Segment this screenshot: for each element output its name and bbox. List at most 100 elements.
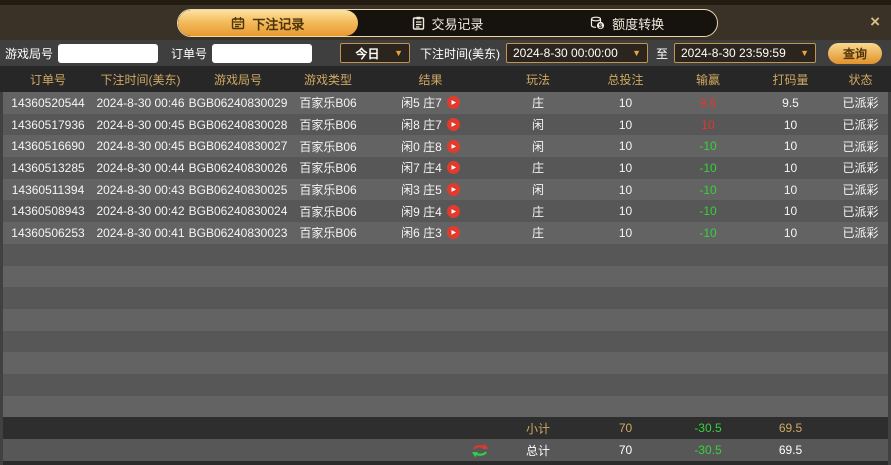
col-header-bet-time: 下注时间(美东): [93, 71, 188, 88]
result-text: 闲6 庄3: [401, 224, 442, 241]
cell-status: 已派彩: [833, 116, 888, 133]
cell-play: 庄: [493, 94, 583, 111]
cell-result: 闲7 庄4 ▶: [368, 159, 493, 176]
col-header-turnover: 打码量: [748, 71, 833, 88]
cell-bet-time: 2024-8-30 00:43: [93, 183, 188, 197]
empty-table-row: [3, 266, 888, 288]
table-row: 14360513285 2024-8-30 00:44 BGB062408300…: [3, 157, 888, 179]
order-no-input[interactable]: [212, 44, 312, 63]
total-label: 总计: [493, 442, 583, 459]
result-text: 闲0 庄8: [401, 138, 442, 155]
cell-total-bet: 10: [583, 139, 668, 153]
tab-transaction-records[interactable]: 交易记录: [358, 10, 538, 36]
date-preset-value: 今日: [347, 45, 388, 62]
refresh-icon[interactable]: [471, 443, 489, 458]
cell-round: BGB06240830029: [188, 96, 288, 110]
filter-bar: 游戏局号 订单号 今日 ▼ 下注时间(美东) 2024-8-30 00:00:0…: [0, 40, 891, 66]
cell-win: -10: [668, 161, 748, 175]
query-button[interactable]: 查询: [828, 43, 882, 64]
game-round-input[interactable]: [58, 44, 158, 63]
date-preset-select[interactable]: 今日 ▼: [340, 43, 410, 63]
cell-total-bet: 10: [583, 204, 668, 218]
transaction-records-icon: [412, 16, 425, 30]
date-from-select[interactable]: 2024-8-30 00:00:00 ▼: [506, 43, 648, 63]
col-header-game-type: 游戏类型: [288, 71, 368, 88]
tab-bet-records[interactable]: 下注记录: [178, 10, 358, 36]
cell-bet-time: 2024-8-30 00:45: [93, 118, 188, 132]
table-body: 14360520544 2024-8-30 00:46 BGB062408300…: [0, 92, 891, 465]
close-icon[interactable]: ×: [870, 13, 880, 30]
chevron-down-icon: ▼: [394, 48, 403, 58]
total-win: -30.5: [668, 443, 748, 457]
result-text: 闲8 庄7: [401, 116, 442, 133]
cell-play: 庄: [493, 203, 583, 220]
cell-order-no: 14360511394: [3, 183, 93, 197]
empty-table-row: [3, 309, 888, 331]
total-turnover: 69.5: [748, 443, 833, 457]
cell-round: BGB06240830026: [188, 161, 288, 175]
cell-status: 已派彩: [833, 138, 888, 155]
cell-game-type: 百家乐B06: [288, 181, 368, 198]
cell-turnover: 10: [748, 183, 833, 197]
chevron-down-icon: ▼: [632, 48, 641, 58]
cell-total-bet: 10: [583, 118, 668, 132]
cell-round: BGB06240830024: [188, 204, 288, 218]
cell-order-no: 14360506253: [3, 226, 93, 240]
tab-quota-transfer[interactable]: $ 额度转换: [537, 10, 717, 36]
play-video-icon[interactable]: ▶: [447, 205, 460, 218]
cell-total-bet: 10: [583, 183, 668, 197]
play-video-icon[interactable]: ▶: [447, 161, 460, 174]
play-video-icon[interactable]: ▶: [447, 118, 460, 131]
play-video-icon[interactable]: ▶: [447, 140, 460, 153]
cell-status: 已派彩: [833, 224, 888, 241]
col-header-order-no: 订单号: [3, 71, 93, 88]
cell-turnover: 10: [748, 204, 833, 218]
cell-game-type: 百家乐B06: [288, 203, 368, 220]
play-video-icon[interactable]: ▶: [447, 226, 460, 239]
col-header-result: 结果: [368, 71, 493, 88]
date-to-value: 2024-8-30 23:59:59: [681, 46, 786, 60]
cell-order-no: 14360513285: [3, 161, 93, 175]
date-to-select[interactable]: 2024-8-30 23:59:59 ▼: [674, 43, 816, 63]
bet-records-window: 下注记录 交易记录 $ 额度转换 × 游戏局号 订单号 今日 ▼: [0, 0, 891, 465]
cell-win: -10: [668, 226, 748, 240]
game-round-label: 游戏局号: [5, 45, 53, 62]
cell-bet-time: 2024-8-30 00:41: [93, 226, 188, 240]
col-header-play: 玩法: [493, 71, 583, 88]
play-video-icon[interactable]: ▶: [447, 96, 460, 109]
cell-turnover: 10: [748, 139, 833, 153]
total-total-bet: 70: [583, 443, 668, 457]
play-video-icon[interactable]: ▶: [447, 183, 460, 196]
cell-result: 闲6 庄3 ▶: [368, 224, 493, 241]
cell-game-type: 百家乐B06: [288, 94, 368, 111]
col-header-round: 游戏局号: [188, 71, 288, 88]
cell-turnover: 10: [748, 226, 833, 240]
bottom-strip: [3, 461, 888, 465]
col-header-total-bet: 总投注: [583, 71, 668, 88]
order-no-label: 订单号: [171, 45, 207, 62]
cell-win: -10: [668, 139, 748, 153]
tab-label: 交易记录: [432, 14, 484, 33]
quota-transfer-icon: $: [590, 16, 605, 30]
cell-round: BGB06240830028: [188, 118, 288, 132]
table-header: 订单号 下注时间(美东) 游戏局号 游戏类型 结果 玩法 总投注 输赢 打码量 …: [0, 66, 891, 92]
tab-group: 下注记录 交易记录 $ 额度转换: [177, 9, 718, 37]
cell-order-no: 14360520544: [3, 96, 93, 110]
cell-status: 已派彩: [833, 181, 888, 198]
cell-round: BGB06240830025: [188, 183, 288, 197]
tab-label: 下注记录: [252, 14, 304, 33]
subtotal-turnover: 69.5: [748, 421, 833, 435]
table-row: 14360506253 2024-8-30 00:41 BGB062408300…: [3, 222, 888, 244]
cell-result: 闲5 庄7 ▶: [368, 94, 493, 111]
subtotal-win: -30.5: [668, 421, 748, 435]
cell-win: -10: [668, 204, 748, 218]
cell-total-bet: 10: [583, 96, 668, 110]
bet-records-icon: [231, 16, 245, 30]
total-refresh-cell: [368, 443, 493, 458]
result-text: 闲7 庄4: [401, 159, 442, 176]
cell-play: 闲: [493, 116, 583, 133]
cell-bet-time: 2024-8-30 00:45: [93, 139, 188, 153]
result-text: 闲9 庄4: [401, 203, 442, 220]
cell-result: 闲3 庄5 ▶: [368, 181, 493, 198]
date-from-value: 2024-8-30 00:00:00: [513, 46, 618, 60]
